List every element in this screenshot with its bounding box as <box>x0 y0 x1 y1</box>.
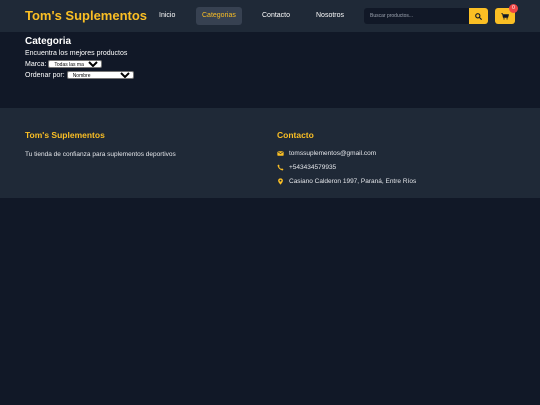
brand-filter-label: Marca: <box>25 60 47 68</box>
contact-phone-text: +543434579935 <box>289 164 337 171</box>
search-icon <box>475 12 482 20</box>
page-subtitle: Encuentra los mejores productos <box>25 50 128 57</box>
nav-inicio[interactable]: Inicio <box>153 7 181 25</box>
search-button[interactable] <box>469 8 488 24</box>
sort-label: Ordenar por: <box>25 71 65 79</box>
location-icon <box>278 178 283 185</box>
cart-button[interactable]: 0 <box>495 4 518 24</box>
sort-select[interactable]: Nombre <box>66 71 134 79</box>
contact-address: Casiano Calderon 1997, Paraná, Entre Río… <box>277 178 416 185</box>
contact-email-text: tomssuplementos@gmail.com <box>289 150 377 157</box>
contact-phone[interactable]: +543434579935 <box>277 164 336 171</box>
footer: Tom's Suplementos Tu tienda de confianza… <box>0 108 540 198</box>
cart-icon <box>501 12 509 20</box>
page-title: Categoria <box>25 36 72 47</box>
footer-about-title: Tom's Suplementos <box>25 130 105 140</box>
navbar: Tom's Suplementos Inicio Categorias Cont… <box>0 0 540 32</box>
contact-address-text: Casiano Calderon 1997, Paraná, Entre Río… <box>289 178 417 185</box>
search-input[interactable] <box>364 8 469 24</box>
contact-email[interactable]: tomssuplementos@gmail.com <box>277 150 376 157</box>
nav-contacto[interactable]: Contacto <box>256 7 296 25</box>
mail-icon <box>277 151 284 156</box>
phone-icon <box>277 164 284 171</box>
brand-filter: Marca: Todas las marcas <box>25 60 103 68</box>
search-bar <box>364 8 488 24</box>
nav-categorias[interactable]: Categorias <box>196 7 242 25</box>
brand-logo[interactable]: Tom's Suplementos <box>25 8 147 24</box>
category-page: Categoria Encuentra los mejores producto… <box>0 32 540 108</box>
footer-about-text: Tu tienda de confianza para suplementos … <box>25 151 176 158</box>
footer-contact-title: Contacto <box>277 130 314 140</box>
nav-nosotros[interactable]: Nosotros <box>310 7 350 25</box>
cart-count-badge: 0 <box>509 4 518 13</box>
sort-filter: Ordenar por: Nombre <box>25 71 134 79</box>
brand-select[interactable]: Todas las marcas <box>48 60 103 68</box>
